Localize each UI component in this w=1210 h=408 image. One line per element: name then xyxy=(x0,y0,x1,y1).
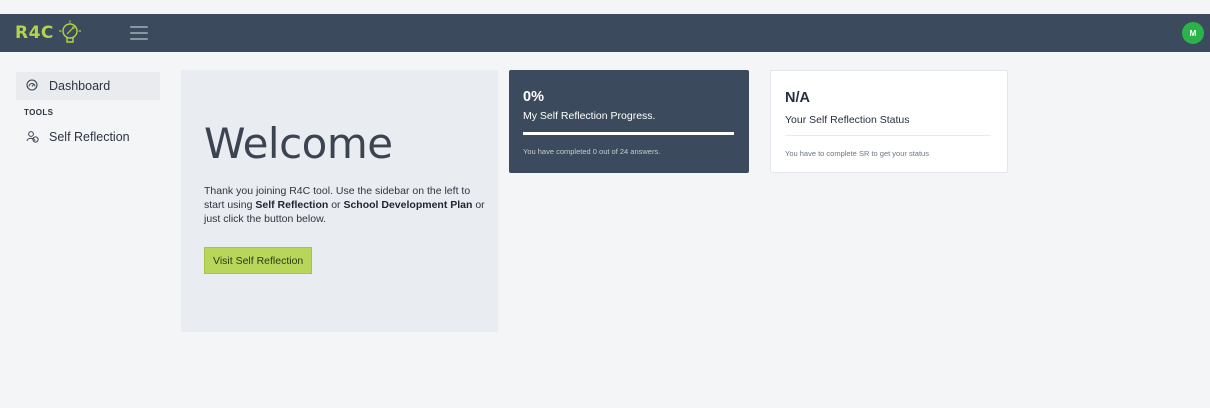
progress-value: 0% xyxy=(523,89,544,105)
welcome-title: Welcome xyxy=(204,119,393,168)
menu-toggle-icon[interactable] xyxy=(130,24,148,42)
sidebar-item-label: Self Reflection xyxy=(49,130,130,144)
users-icon xyxy=(26,130,40,144)
lightbulb-icon xyxy=(58,20,82,46)
progress-card: 0% My Self Reflection Progress. You have… xyxy=(509,70,749,173)
progress-bar-fill xyxy=(523,132,734,135)
status-card: N/A Your Self Reflection Status You have… xyxy=(770,70,1008,173)
divider xyxy=(785,135,991,136)
progress-label: My Self Reflection Progress. xyxy=(523,110,656,122)
progress-bar xyxy=(523,132,734,135)
sidebar-item-self-reflection[interactable]: Self Reflection xyxy=(16,123,160,151)
app-logo[interactable]: R4C xyxy=(15,14,82,52)
progress-note: You have completed 0 out of 24 answers. xyxy=(523,147,661,156)
sidebar-section-heading: TOOLS xyxy=(24,108,54,117)
status-label: Your Self Reflection Status xyxy=(785,114,910,126)
user-avatar[interactable]: M xyxy=(1182,22,1204,44)
welcome-text-part: or xyxy=(328,199,344,211)
sidebar: Dashboard TOOLS Self Reflection xyxy=(16,72,160,151)
dashboard-gauge-icon xyxy=(26,79,40,93)
visit-self-reflection-button[interactable]: Visit Self Reflection xyxy=(204,247,313,274)
status-value: N/A xyxy=(785,90,810,106)
self-reflection-emphasis: Self Reflection xyxy=(255,199,329,211)
sidebar-item-label: Dashboard xyxy=(49,79,111,93)
welcome-text: Thank you joining R4C tool. Use the side… xyxy=(204,184,489,226)
status-note: You have to complete SR to get your stat… xyxy=(785,149,929,158)
welcome-panel: Welcome Thank you joining R4C tool. Use … xyxy=(181,70,498,332)
logo-text: R4C xyxy=(15,23,54,43)
sidebar-item-dashboard[interactable]: Dashboard xyxy=(16,72,160,100)
school-development-plan-emphasis: School Development Plan xyxy=(343,199,473,211)
top-navbar: R4C M xyxy=(0,14,1210,52)
